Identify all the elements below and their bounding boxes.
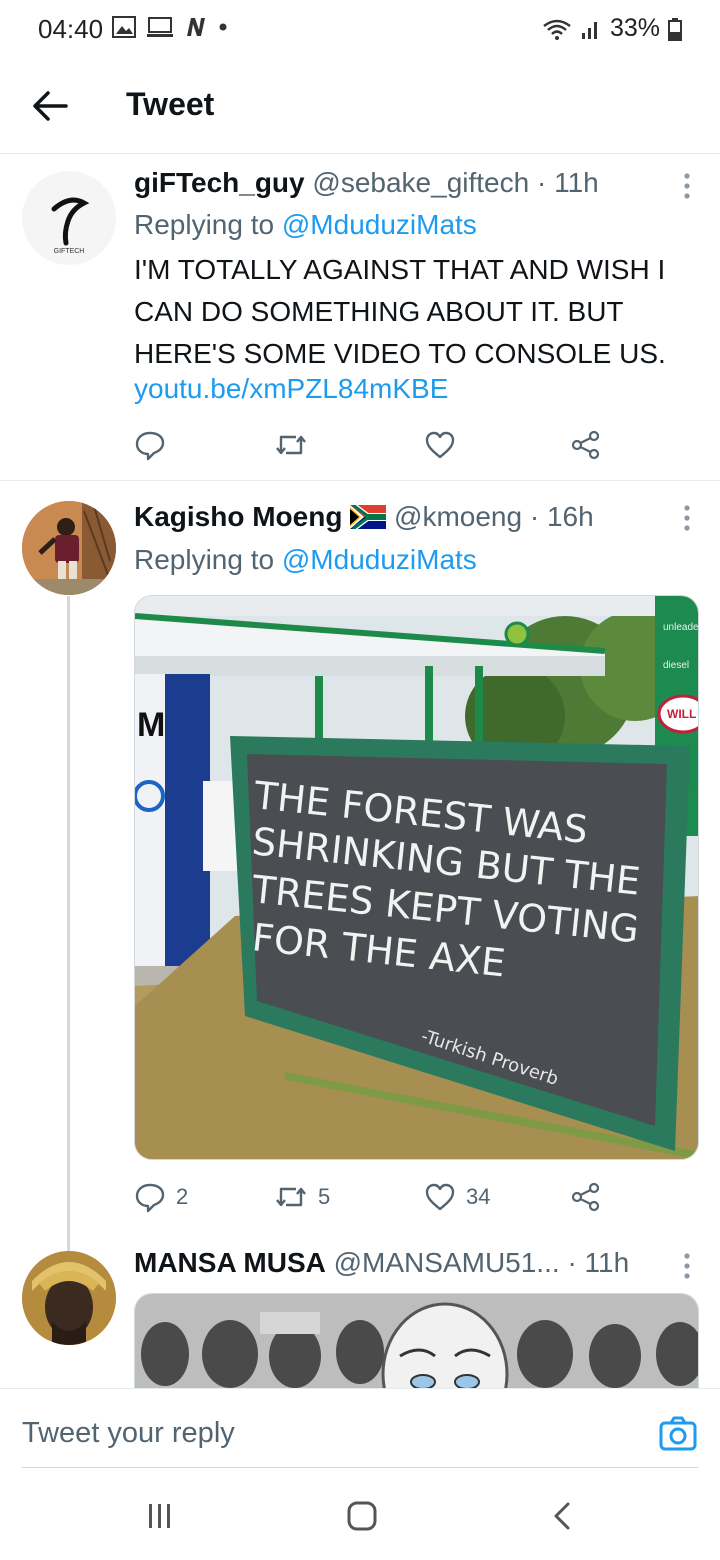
more-options-icon[interactable]: [680, 171, 694, 201]
tweet-header: MANSA MUSA @MANSAMU51... · 11h: [134, 1247, 629, 1279]
more-options-icon[interactable]: [680, 503, 694, 533]
tweet-header: Kagisho Moeng @kmoeng · 16h: [134, 501, 594, 533]
tweet-actions: [134, 425, 614, 465]
notification-icons: [112, 16, 228, 38]
retweet-button[interactable]: 5: [274, 1177, 330, 1217]
reply-composer[interactable]: Tweet your reply: [0, 1388, 720, 1470]
retweet-button[interactable]: [274, 425, 308, 465]
tweet-actions: 2 5 34: [134, 1177, 614, 1217]
display-name[interactable]: MANSA MUSA: [134, 1247, 326, 1278]
replying-to: Replying to @MduduziMats: [134, 544, 477, 576]
avatar[interactable]: GIFTECH: [22, 171, 116, 265]
mention-link[interactable]: @MduduziMats: [282, 544, 477, 575]
mention-link[interactable]: @MduduziMats: [282, 209, 477, 240]
timestamp: · 11h: [536, 167, 599, 198]
tweet-header: giFTech_guy @sebake_giftech · 11h: [134, 167, 599, 199]
battery-icon: [668, 17, 682, 41]
giftech-logo-icon: GIFTECH: [51, 197, 90, 255]
reply-button[interactable]: 2: [134, 1177, 188, 1217]
thread-line: [67, 596, 70, 1256]
dot-icon: [219, 23, 227, 31]
news-notification-icon: [187, 18, 205, 36]
screen-notification-icon: [147, 17, 173, 37]
svg-text:diesel: diesel: [663, 660, 689, 671]
timestamp: · 11h: [567, 1247, 630, 1278]
wifi-icon: [543, 19, 571, 40]
retweet-count: 5: [318, 1184, 331, 1209]
system-navigation-bar: [0, 1470, 720, 1560]
avatar[interactable]: [22, 1251, 116, 1345]
retweet-icon: [276, 435, 306, 455]
heart-icon: [425, 1183, 455, 1211]
home-icon[interactable]: [342, 1498, 382, 1534]
handle[interactable]: @kmoeng: [394, 501, 522, 532]
retweet-icon: [276, 1187, 306, 1207]
svg-text:GIFTECH: GIFTECH: [54, 248, 85, 255]
reply-underline: [22, 1467, 698, 1468]
back-nav-icon[interactable]: [544, 1498, 584, 1534]
gallery-notification-icon: [112, 16, 136, 38]
profile-photo: [22, 1251, 116, 1345]
recent-apps-icon[interactable]: [140, 1498, 180, 1534]
replying-prefix: Replying to: [134, 209, 275, 240]
profile-photo: [22, 501, 116, 595]
heart-icon: [425, 431, 455, 459]
share-icon: [571, 1182, 600, 1212]
signal-icon: [581, 21, 597, 39]
like-button[interactable]: 34: [424, 1177, 490, 1217]
handle[interactable]: @sebake_giftech: [312, 167, 529, 198]
status-time: 04:40: [38, 14, 104, 44]
share-button[interactable]: [570, 1177, 602, 1217]
tweet-image[interactable]: unleaded diesel WILL M THE FOREST WAS SH…: [134, 595, 699, 1160]
handle[interactable]: @MANSAMU51...: [334, 1247, 560, 1278]
reply-input[interactable]: Tweet your reply: [22, 1417, 235, 1450]
tweet-image[interactable]: [134, 1293, 699, 1388]
svg-text:unleaded: unleaded: [663, 622, 699, 633]
display-name[interactable]: Kagisho Moeng: [134, 501, 342, 532]
more-options-icon[interactable]: [680, 1251, 694, 1281]
reply-icon: [135, 1183, 165, 1213]
share-button[interactable]: [570, 425, 602, 465]
like-button[interactable]: [424, 425, 456, 465]
svg-text:M: M: [137, 706, 165, 744]
battery-percent: 33%: [609, 14, 660, 42]
like-count: 34: [466, 1184, 491, 1209]
page-title: Tweet: [126, 86, 215, 122]
chalkboard-sign-photo: unleaded diesel WILL M THE FOREST WAS SH…: [135, 596, 699, 1159]
tweet-mansamusa[interactable]: MANSA MUSA @MANSAMU51... · 11h: [0, 1241, 720, 1388]
replying-prefix: Replying to: [134, 544, 275, 575]
top-app-bar: Tweet: [0, 58, 720, 154]
avatar[interactable]: [22, 501, 116, 595]
tweet-kmoeng[interactable]: Kagisho Moeng @kmoeng · 16h Replying to …: [0, 481, 720, 1256]
tweet-text: I'M TOTALLY AGAINST THAT AND WISH I CAN …: [134, 254, 666, 369]
timestamp: · 16h: [529, 501, 594, 532]
back-arrow-icon[interactable]: [26, 82, 74, 130]
reply-icon: [135, 431, 165, 461]
status-right: 33%: [542, 14, 682, 43]
share-icon: [571, 430, 600, 460]
tweet-giftech[interactable]: GIFTECH giFTech_guy @sebake_giftech · 11…: [0, 155, 720, 480]
display-name[interactable]: giFTech_guy: [134, 167, 305, 198]
reply-button[interactable]: [134, 425, 166, 465]
youtube-link[interactable]: youtu.be/xmPZL84mKBE: [134, 373, 448, 405]
status-bar: 04:40 33%: [0, 0, 720, 58]
reply-count: 2: [176, 1184, 189, 1209]
faces-collage-photo: [135, 1294, 698, 1388]
replying-to: Replying to @MduduziMats: [134, 209, 477, 241]
camera-icon[interactable]: [658, 1413, 698, 1453]
south-africa-flag-icon: [350, 503, 388, 531]
svg-text:WILL: WILL: [667, 707, 696, 721]
